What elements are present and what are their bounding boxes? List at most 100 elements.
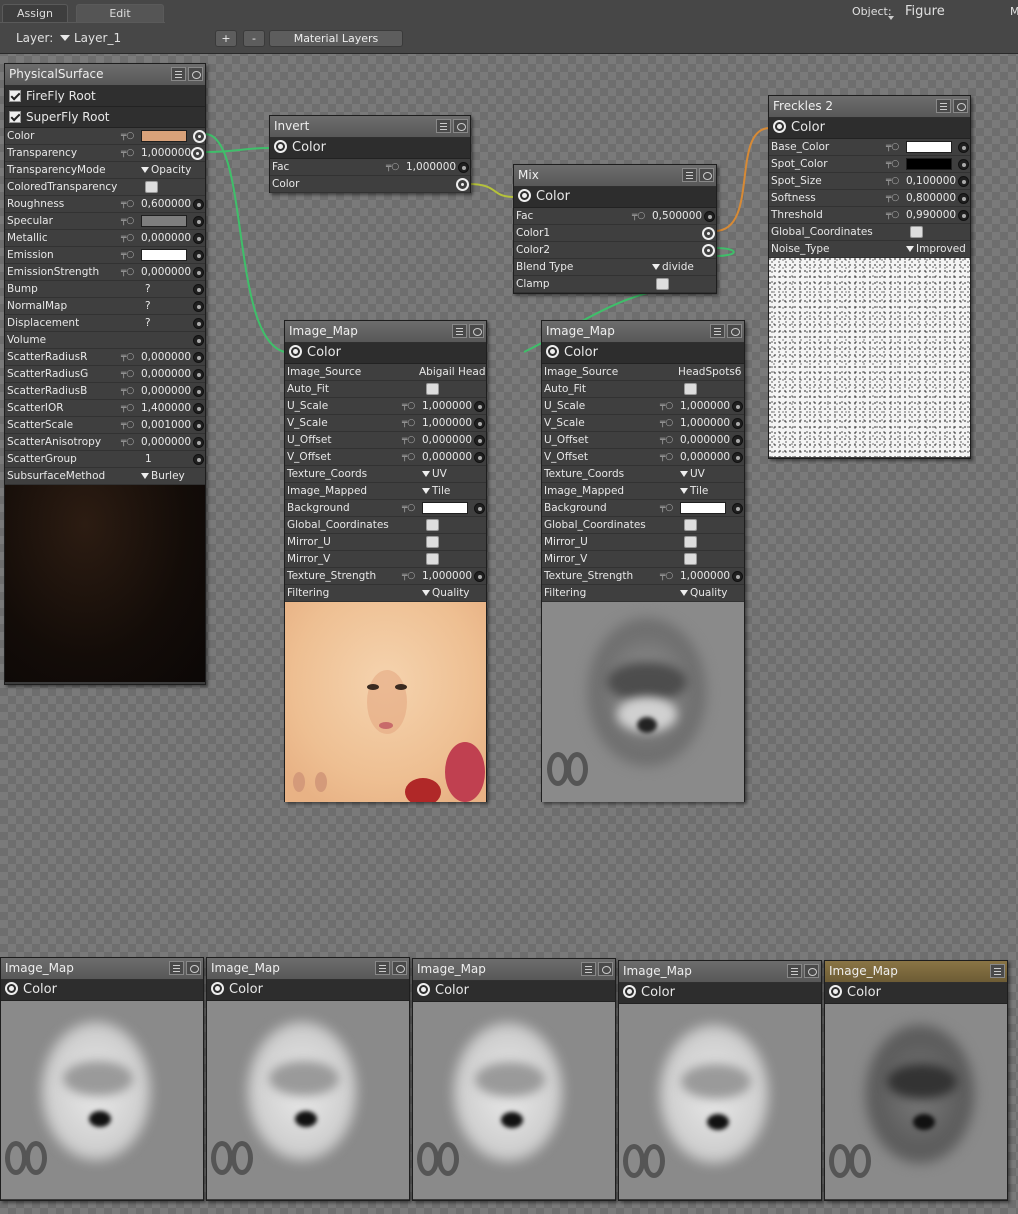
param-row-global-coordinates[interactable]: Global_Coordinates xyxy=(285,517,486,534)
menu-icon[interactable] xyxy=(936,99,951,113)
param-value[interactable]: 0,000000 xyxy=(141,366,191,382)
output-color[interactable]: Color xyxy=(413,981,615,1002)
key-icon[interactable]: ╤○ xyxy=(660,449,673,465)
param-row-texture-strength[interactable]: Texture_Strength ╤○ 1,000000 xyxy=(285,568,486,585)
output-color[interactable]: Color xyxy=(270,138,470,159)
param-row-displacement[interactable]: Displacement? xyxy=(5,315,205,332)
param-row-coloredtransparency[interactable]: ColoredTransparency xyxy=(5,179,205,196)
key-icon[interactable]: ╤○ xyxy=(660,415,673,431)
key-icon[interactable]: ╤○ xyxy=(121,366,134,382)
menu-icon[interactable] xyxy=(375,961,390,975)
param-row-mirror-u[interactable]: Mirror_U xyxy=(285,534,486,551)
tab-edit[interactable]: Edit xyxy=(76,4,164,22)
key-icon[interactable]: ╤○ xyxy=(402,568,415,584)
output-socket-icon[interactable] xyxy=(417,983,430,996)
param-row-color[interactable]: Color xyxy=(270,176,470,193)
key-icon[interactable]: ╤○ xyxy=(886,207,899,223)
param-row-transparencymode[interactable]: TransparencyMode Opacity xyxy=(5,162,205,179)
output-socket-icon[interactable] xyxy=(773,120,786,133)
firefly-root-toggle[interactable]: FireFly Root xyxy=(5,86,205,107)
key-icon[interactable]: ╤○ xyxy=(886,173,899,189)
param-value[interactable]: 1,000000 xyxy=(406,159,456,175)
input-socket-icon[interactable] xyxy=(193,335,204,346)
param-row-scatterradiusb[interactable]: ScatterRadiusB ╤○ 0,000000 xyxy=(5,383,205,400)
node-title-bar[interactable]: Image_Map xyxy=(413,959,615,981)
output-color[interactable]: Color xyxy=(285,343,486,364)
param-row-filtering[interactable]: Filtering Quality xyxy=(285,585,486,602)
param-row-normalmap[interactable]: NormalMap? xyxy=(5,298,205,315)
param-row-noise-type[interactable]: Noise_Type Improved xyxy=(769,241,970,258)
param-row-scatterradiusr[interactable]: ScatterRadiusR ╤○ 0,000000 xyxy=(5,349,205,366)
param-row-spot-color[interactable]: Spot_Color ╤○ xyxy=(769,156,970,173)
param-row-color1[interactable]: Color1 xyxy=(514,225,716,242)
checkbox-icon[interactable] xyxy=(9,90,21,102)
menu-icon[interactable] xyxy=(787,964,802,978)
param-row-spot-size[interactable]: Spot_Size ╤○ 0,100000 xyxy=(769,173,970,190)
param-value[interactable]: 0,500000 xyxy=(652,208,702,224)
param-row-emissionstrength[interactable]: EmissionStrength ╤○ 0,000000 xyxy=(5,264,205,281)
input-socket-icon[interactable] xyxy=(193,437,204,448)
param-value[interactable]: 0,000000 xyxy=(141,434,191,450)
output-socket-icon[interactable] xyxy=(5,982,18,995)
preview-eye-icon[interactable] xyxy=(392,961,407,975)
key-icon[interactable]: ╤○ xyxy=(402,500,415,516)
param-row-texture-strength[interactable]: Texture_Strength ╤○ 1,000000 xyxy=(542,568,744,585)
key-icon[interactable]: ╤○ xyxy=(402,398,415,414)
image-map-node-3[interactable]: Image_Map Color xyxy=(412,958,616,1201)
color-swatch[interactable] xyxy=(141,215,187,227)
checkbox[interactable] xyxy=(910,226,923,238)
param-row-bump[interactable]: Bump? xyxy=(5,281,205,298)
node-title-bar[interactable]: PhysicalSurface xyxy=(5,64,205,86)
input-socket-icon[interactable] xyxy=(193,250,204,261)
input-socket-icon[interactable] xyxy=(193,284,204,295)
param-value[interactable]: 1,400000 xyxy=(141,400,191,416)
material-layers-button[interactable]: Material Layers xyxy=(269,30,403,47)
menu-icon[interactable] xyxy=(990,964,1005,978)
key-icon[interactable]: ╤○ xyxy=(402,449,415,465)
key-icon[interactable]: ╤○ xyxy=(632,208,645,224)
param-value[interactable]: 0,000000 xyxy=(422,432,472,448)
checkbox[interactable] xyxy=(426,383,439,395)
menu-icon[interactable] xyxy=(710,324,725,338)
output-socket-icon[interactable] xyxy=(518,189,531,202)
output-socket-icon[interactable] xyxy=(211,982,224,995)
param-row-texture-coords[interactable]: Texture_Coords UV xyxy=(542,466,744,483)
input-socket-icon[interactable] xyxy=(193,199,204,210)
param-value[interactable]: 1,000000 xyxy=(141,145,191,161)
node-title-bar[interactable]: Image_Map xyxy=(619,961,821,983)
input-socket-icon[interactable] xyxy=(193,216,204,227)
key-icon[interactable]: ╤○ xyxy=(886,139,899,155)
param-row-u-scale[interactable]: U_Scale ╤○ 1,000000 xyxy=(542,398,744,415)
node-title-bar[interactable]: Image_Map xyxy=(207,958,409,980)
param-row-v-offset[interactable]: V_Offset ╤○ 0,000000 xyxy=(542,449,744,466)
param-row-auto-fit[interactable]: Auto_Fit xyxy=(285,381,486,398)
param-value[interactable]: 0,000000 xyxy=(141,383,191,399)
output-socket-icon[interactable] xyxy=(274,140,287,153)
output-color[interactable]: Color xyxy=(769,118,970,139)
output-color[interactable]: Color xyxy=(514,187,716,208)
menu-icon[interactable] xyxy=(169,961,184,975)
param-dropdown[interactable]: Quality xyxy=(680,585,728,601)
param-value[interactable]: 1,000000 xyxy=(422,398,472,414)
input-socket-icon[interactable] xyxy=(193,403,204,414)
image-map-abigail-node[interactable]: Image_Map Color Image_Source Abigail Head… xyxy=(284,320,487,802)
preview-eye-icon[interactable] xyxy=(804,964,819,978)
param-row-threshold[interactable]: Threshold ╤○ 0,990000 xyxy=(769,207,970,224)
input-socket-icon[interactable] xyxy=(732,571,743,582)
input-socket-icon[interactable] xyxy=(193,420,204,431)
input-socket-icon[interactable] xyxy=(193,369,204,380)
input-socket-icon[interactable] xyxy=(732,418,743,429)
key-icon[interactable]: ╤○ xyxy=(402,415,415,431)
key-icon[interactable]: ╤○ xyxy=(121,400,134,416)
param-row-v-offset[interactable]: V_Offset ╤○ 0,000000 xyxy=(285,449,486,466)
image-map-headspots-node[interactable]: Image_Map Color Image_Source HeadSpots6 Au… xyxy=(541,320,745,802)
output-color[interactable]: Color xyxy=(207,980,409,1001)
input-socket-icon[interactable] xyxy=(193,267,204,278)
output-socket-icon[interactable] xyxy=(289,345,302,358)
param-row-filtering[interactable]: Filtering Quality xyxy=(542,585,744,602)
key-icon[interactable]: ╤○ xyxy=(121,434,134,450)
color-swatch[interactable] xyxy=(906,141,952,153)
input-socket-icon[interactable] xyxy=(193,318,204,329)
tab-assign[interactable]: Assign xyxy=(2,4,68,22)
output-socket-icon[interactable] xyxy=(829,985,842,998)
